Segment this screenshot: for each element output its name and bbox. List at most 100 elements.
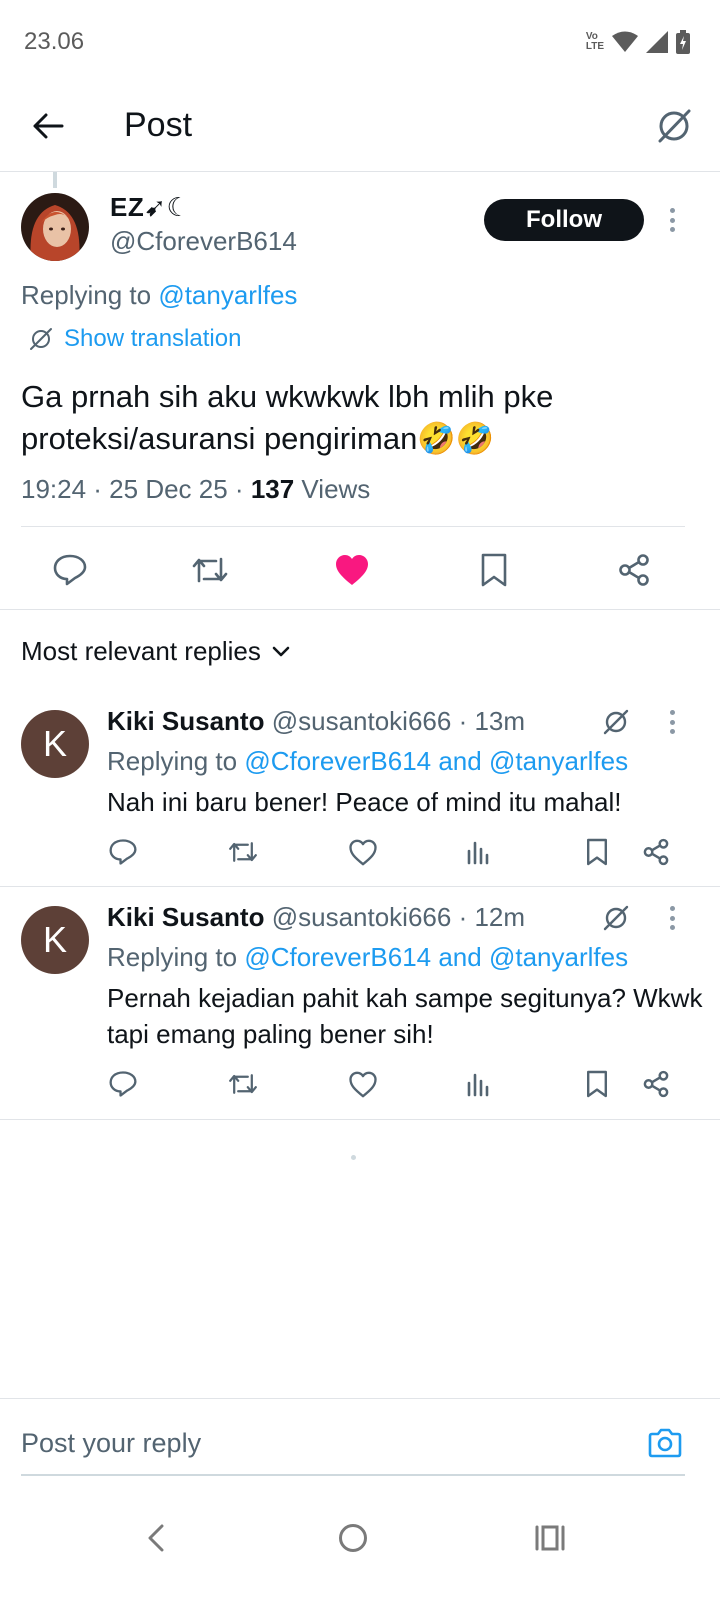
heart-filled-icon xyxy=(336,555,368,585)
reply-icon xyxy=(53,554,87,586)
reply-header: Kiki Susanto @susantoki666 · 12m xyxy=(107,902,525,933)
views-button[interactable] xyxy=(460,834,496,870)
like-button[interactable] xyxy=(345,1066,381,1102)
reply-replying-to: Replying to @CforeverB614 and @tanyarlfe… xyxy=(107,942,628,973)
repost-icon xyxy=(192,557,228,583)
post-text: Ga prnah sih aku wkwkwk lbh mlih pke pro… xyxy=(21,379,554,456)
repost-button[interactable] xyxy=(225,1066,261,1102)
author-handle[interactable]: @CforeverB614 xyxy=(110,226,297,257)
input-underline xyxy=(21,1474,685,1476)
sort-label: Most relevant replies xyxy=(21,636,261,666)
reply-actions xyxy=(0,834,720,874)
loading-indicator xyxy=(351,1155,356,1160)
avatar[interactable]: K xyxy=(21,710,89,778)
show-translation-label: Show translation xyxy=(64,325,242,352)
follow-button[interactable]: Follow xyxy=(484,199,644,241)
analytics-icon xyxy=(467,1073,489,1097)
reply-item[interactable]: K Kiki Susanto @susantoki666 · 13m Reply… xyxy=(0,690,720,887)
repost-button[interactable] xyxy=(225,834,261,870)
more-options-icon[interactable] xyxy=(660,708,684,736)
grok-button[interactable] xyxy=(598,704,634,740)
reply-replying-to: Replying to @CforeverB614 and @tanyarlfe… xyxy=(107,746,628,777)
share-icon xyxy=(643,1070,669,1098)
arrow-left-icon xyxy=(33,113,64,139)
volte-icon: Vo LTE xyxy=(586,32,604,52)
bookmark-icon xyxy=(587,838,607,866)
views-button[interactable] xyxy=(460,1066,496,1102)
nav-back-icon xyxy=(148,1524,164,1552)
replying-to-link[interactable]: @CforeverB614 and @tanyarlfes xyxy=(244,942,628,972)
nav-home-button[interactable] xyxy=(323,1508,383,1568)
heart-icon xyxy=(349,839,377,865)
wifi-icon xyxy=(612,31,638,52)
divider xyxy=(0,1398,720,1399)
reply-input[interactable]: Post your reply xyxy=(21,1428,201,1459)
reply-button[interactable] xyxy=(50,550,90,590)
system-nav-bar xyxy=(0,1490,720,1600)
more-options-icon[interactable] xyxy=(660,904,684,932)
views-label[interactable]: Views xyxy=(294,474,370,504)
app-bar: Post xyxy=(0,80,720,172)
status-icons: Vo LTE xyxy=(586,30,690,54)
replying-to-link[interactable]: @tanyarlfes xyxy=(158,280,297,310)
share-button[interactable] xyxy=(638,1066,674,1102)
repost-button[interactable] xyxy=(190,550,230,590)
share-button[interactable] xyxy=(614,550,654,590)
grok-icon xyxy=(603,905,629,931)
author-name[interactable]: EZ➹☾ xyxy=(110,192,190,223)
heart-icon xyxy=(349,1071,377,1097)
reply-time: · 13m xyxy=(451,706,526,736)
bookmark-button[interactable] xyxy=(579,834,615,870)
grok-translate-icon xyxy=(30,328,52,350)
like-button[interactable] xyxy=(332,550,372,590)
replying-prefix: Replying to xyxy=(107,746,245,776)
share-button[interactable] xyxy=(638,834,674,870)
repost-icon xyxy=(229,842,257,862)
page-title: Post xyxy=(124,106,193,144)
views-count[interactable]: 137 xyxy=(251,474,294,504)
reply-icon xyxy=(109,1071,137,1097)
grok-icon xyxy=(658,109,691,143)
reply-item[interactable]: K Kiki Susanto @susantoki666 · 12m Reply… xyxy=(0,886,720,1120)
back-button[interactable] xyxy=(26,104,70,148)
repost-icon xyxy=(229,1074,257,1094)
post-time: 19:24 · 25 Dec 25 · xyxy=(21,474,251,504)
avatar[interactable]: K xyxy=(21,906,89,974)
reply-author-handle[interactable]: @susantoki666 xyxy=(272,902,452,932)
grok-icon xyxy=(603,709,629,735)
reply-button[interactable] xyxy=(105,834,141,870)
reply-button[interactable] xyxy=(105,1066,141,1102)
replying-to: Replying to @tanyarlfes xyxy=(21,280,297,311)
nav-recents-button[interactable] xyxy=(520,1508,580,1568)
status-time: 23.06 xyxy=(24,28,85,55)
avatar[interactable] xyxy=(21,193,89,261)
divider xyxy=(21,526,685,527)
reply-icon xyxy=(109,839,137,865)
more-options-icon[interactable] xyxy=(660,204,684,236)
nav-home-icon xyxy=(339,1524,367,1552)
grok-button[interactable] xyxy=(650,102,698,150)
battery-charging-icon xyxy=(676,30,690,54)
nav-back-button[interactable] xyxy=(126,1508,186,1568)
reply-author-name[interactable]: Kiki Susanto xyxy=(107,902,264,932)
reply-sort-dropdown[interactable]: Most relevant replies xyxy=(21,636,291,667)
show-translation-button[interactable]: Show translation xyxy=(28,325,241,353)
post-meta: 19:24 · 25 Dec 25 · 137 Views xyxy=(21,474,370,505)
replying-to-link[interactable]: @CforeverB614 and @tanyarlfes xyxy=(244,746,628,776)
chevron-down-icon xyxy=(272,646,290,656)
reply-text: Pernah kejadian pahit kah sampe segituny… xyxy=(107,983,703,1049)
bookmark-button[interactable] xyxy=(579,1066,615,1102)
status-bar: 23.06 Vo LTE xyxy=(0,0,720,80)
grok-button[interactable] xyxy=(598,900,634,936)
reply-text: Nah ini baru bener! Peace of mind itu ma… xyxy=(107,787,622,817)
camera-button[interactable] xyxy=(644,1422,686,1464)
nav-recents-icon xyxy=(535,1525,565,1551)
signal-icon xyxy=(646,31,668,53)
reply-author-handle[interactable]: @susantoki666 xyxy=(272,706,452,736)
reply-actions xyxy=(0,1066,720,1106)
like-button[interactable] xyxy=(345,834,381,870)
reply-time: · 12m xyxy=(451,902,526,932)
bookmark-icon xyxy=(587,1070,607,1098)
reply-author-name[interactable]: Kiki Susanto xyxy=(107,706,264,736)
bookmark-button[interactable] xyxy=(474,550,514,590)
